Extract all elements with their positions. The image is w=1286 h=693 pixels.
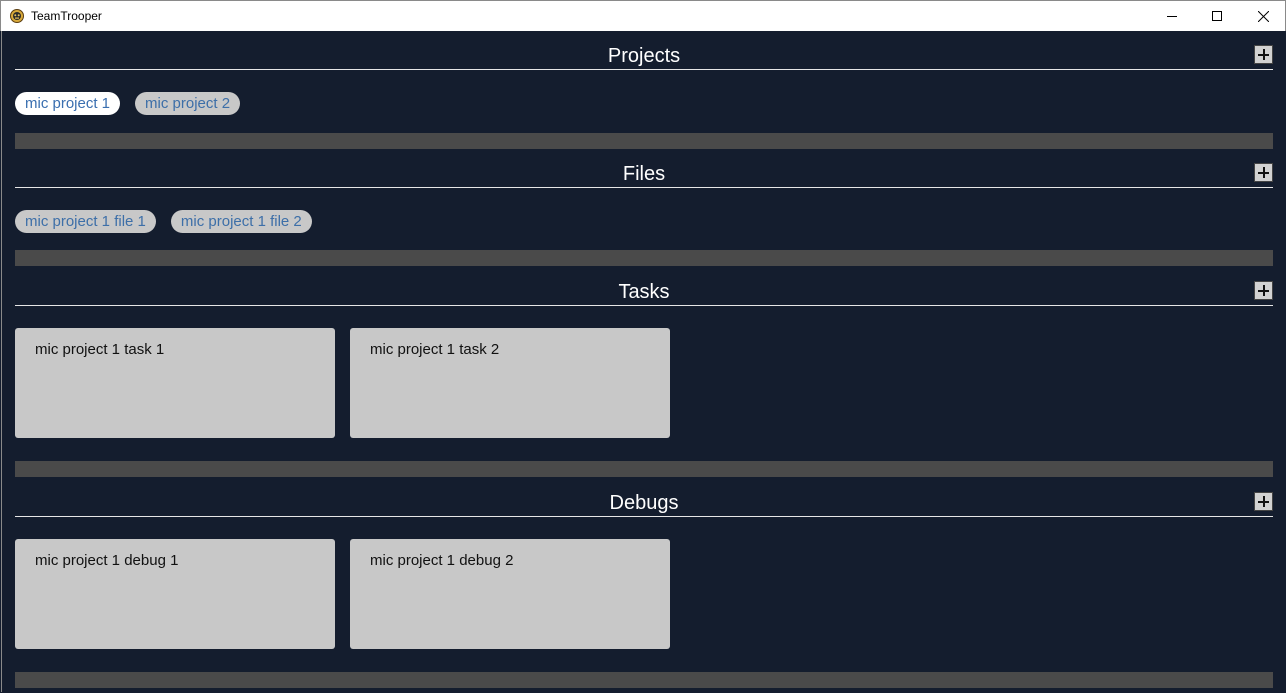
- project-chip[interactable]: mic project 1: [15, 92, 121, 115]
- app-logo-icon: [10, 9, 24, 23]
- tasks-divider: [15, 461, 1273, 477]
- debug-card[interactable]: mic project 1 debug 2: [350, 539, 670, 649]
- files-list: mic project 1 file 1 mic project 1 file …: [15, 210, 312, 233]
- file-chip[interactable]: mic project 1 file 2: [170, 210, 312, 233]
- debugs-title: Debugs: [609, 492, 679, 514]
- minimize-button[interactable]: [1149, 1, 1195, 31]
- debugs-list: mic project 1 debug 1 mic project 1 debu…: [15, 539, 670, 649]
- tasks-title: Tasks: [618, 281, 670, 303]
- files-section-header: Files: [15, 161, 1273, 188]
- close-icon: [1257, 10, 1269, 22]
- maximize-button[interactable]: [1194, 1, 1240, 31]
- projects-title: Projects: [607, 45, 681, 67]
- file-chip[interactable]: mic project 1 file 1: [15, 210, 156, 233]
- files-title: Files: [622, 163, 666, 185]
- tasks-list: mic project 1 task 1 mic project 1 task …: [15, 328, 670, 438]
- files-divider: [15, 250, 1273, 266]
- tasks-section-header: Tasks: [15, 279, 1273, 306]
- task-card[interactable]: mic project 1 task 1: [15, 328, 335, 438]
- maximize-icon: [1212, 11, 1222, 21]
- debug-card[interactable]: mic project 1 debug 1: [15, 539, 335, 649]
- close-button[interactable]: [1240, 1, 1286, 31]
- task-card[interactable]: mic project 1 task 2: [350, 328, 670, 438]
- window-title: TeamTrooper: [31, 9, 102, 23]
- minimize-icon: [1167, 16, 1177, 17]
- add-file-button[interactable]: [1254, 163, 1273, 182]
- add-debug-button[interactable]: [1254, 492, 1273, 511]
- project-chip[interactable]: mic project 2: [135, 92, 241, 115]
- add-project-button[interactable]: [1254, 45, 1273, 64]
- main-content: Projects mic project 1 mic project 2 Fil…: [1, 31, 1286, 692]
- projects-section-header: Projects: [15, 43, 1273, 70]
- title-bar: TeamTrooper: [0, 0, 1286, 31]
- debugs-section-header: Debugs: [15, 490, 1273, 517]
- projects-list: mic project 1 mic project 2: [15, 92, 241, 115]
- projects-divider: [15, 133, 1273, 149]
- add-task-button[interactable]: [1254, 281, 1273, 300]
- debugs-divider: [15, 672, 1273, 688]
